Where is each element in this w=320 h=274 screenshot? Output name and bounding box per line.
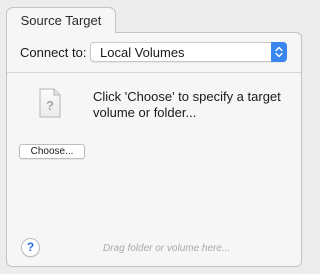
help-button[interactable]: ? bbox=[21, 238, 40, 257]
svg-text:?: ? bbox=[46, 98, 54, 113]
header-divider bbox=[7, 72, 301, 73]
connect-to-label: Connect to: bbox=[20, 45, 87, 60]
connect-to-select[interactable]: Local Volumes bbox=[90, 42, 287, 62]
tab-source-target[interactable]: Source Target bbox=[6, 7, 116, 33]
source-target-window: Source Target Connect to: Local Volumes bbox=[0, 0, 307, 274]
connect-to-selected-value: Local Volumes bbox=[100, 45, 185, 60]
up-down-chevron-icon[interactable] bbox=[271, 42, 287, 62]
help-icon: ? bbox=[26, 240, 35, 254]
tab-label: Source Target bbox=[20, 13, 102, 28]
drop-hint-text: Drag folder or volume here... bbox=[103, 243, 231, 254]
unknown-document-icon: ? bbox=[39, 88, 61, 123]
choose-instruction-text: Click 'Choose' to specify a target volum… bbox=[93, 89, 281, 120]
choose-button[interactable]: Choose... bbox=[19, 144, 85, 159]
target-panel: Connect to: Local Volumes ? Click 'Choos… bbox=[6, 32, 302, 267]
